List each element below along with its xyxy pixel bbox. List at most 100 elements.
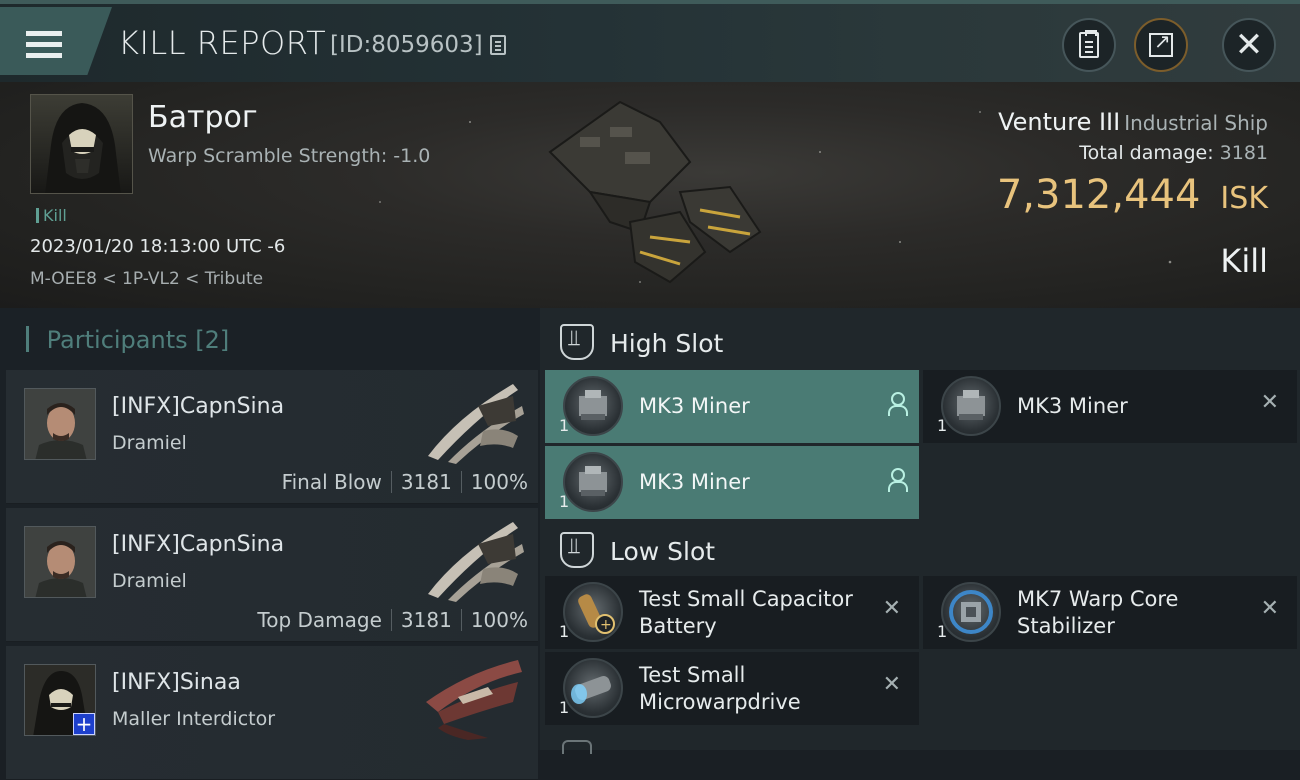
participant-role: Top Damage	[257, 608, 382, 632]
close-icon: ✕	[882, 672, 901, 697]
avatar[interactable]	[24, 388, 96, 460]
miner-module-icon	[563, 376, 623, 436]
report-detail-button[interactable]	[1062, 18, 1116, 72]
header-bar: KILL REPORT [ID:8059603] ✕	[0, 0, 1300, 82]
close-icon: ✕	[1260, 390, 1279, 415]
participants-panel: Participants [2] [INFX]CapnSina Dramiel …	[0, 308, 540, 780]
total-damage: Total damage: 3181	[1079, 142, 1268, 164]
participant-ship-image	[428, 384, 524, 464]
hooded-pilot-icon	[45, 103, 121, 193]
participants-label: Participants	[46, 326, 188, 354]
victim-avatar[interactable]	[30, 94, 133, 194]
participants-count: [2]	[195, 326, 230, 354]
page-title: KILL REPORT	[118, 24, 327, 62]
participant-name: [INFX]CapnSina	[112, 532, 285, 557]
high-slot-header: High Slot	[560, 324, 723, 360]
participant-percent: 100%	[470, 608, 528, 632]
microwarpdrive-icon	[563, 658, 623, 718]
total-damage-value: 3181	[1219, 142, 1268, 164]
miner-module-icon	[941, 376, 1001, 436]
participant-card[interactable]: + [INFX]Sinaa Maller Interdictor	[6, 646, 538, 780]
high-slot-icon	[560, 324, 594, 360]
participant-ship-image	[428, 522, 524, 602]
avatar[interactable]	[24, 526, 96, 598]
participant-ship: Maller Interdictor	[112, 708, 276, 730]
module-quantity: 1	[937, 416, 948, 435]
module-name: Test Small Microwarpdrive	[639, 662, 801, 714]
participant-damage: 3181	[400, 608, 452, 632]
participant-card[interactable]: [INFX]CapnSina Dramiel Final Blow 3181 100…	[6, 370, 538, 504]
kill-location[interactable]: M-OEE8 < 1P-VL2 < Tribute	[30, 269, 263, 289]
module-name: MK7 Warp Core Stabilizer	[1017, 586, 1179, 638]
svg-text:+: +	[600, 617, 612, 633]
other-slot-icon	[562, 740, 592, 754]
module-slot[interactable]: 1 MK3 Miner	[545, 446, 919, 519]
module-quantity: 1	[559, 492, 570, 511]
participant-percent: 100%	[470, 470, 528, 494]
person-icon	[887, 392, 908, 416]
participant-ship: Dramiel	[112, 432, 187, 454]
pilot-portrait-icon	[25, 389, 95, 459]
module-name: MK3 Miner	[639, 394, 750, 418]
warp-core-stabilizer-icon	[941, 582, 1001, 642]
module-quantity: 1	[559, 698, 570, 717]
report-id: [ID:8059603]	[330, 32, 483, 58]
menu-button[interactable]	[0, 7, 112, 75]
participant-stats: Final Blow 3181 100%	[282, 470, 528, 494]
participant-ship-image	[426, 660, 522, 740]
miner-module-icon	[563, 452, 623, 512]
participants-header: Participants [2]	[26, 326, 230, 354]
kill-tag: Kill	[36, 206, 67, 225]
clipboard-icon	[1079, 30, 1099, 58]
share-button[interactable]	[1134, 18, 1188, 72]
victim-ship-name: Venture III Industrial Ship	[998, 108, 1268, 136]
module-name: MK3 Miner	[1017, 394, 1128, 418]
low-slot-label: Low Slot	[610, 537, 716, 566]
module-name: Test Small Capacitor Battery	[639, 586, 853, 638]
victim-ship-image[interactable]	[530, 92, 770, 292]
isk-value: 7,312,444 ISK	[997, 172, 1268, 218]
victim-banner: Батрог Warp Scramble Strength: -1.0 Kill…	[0, 82, 1300, 308]
pilot-portrait-icon	[25, 527, 95, 597]
hamburger-icon	[26, 31, 62, 59]
capacitor-battery-icon: +	[563, 582, 623, 642]
kill-result: Kill	[1220, 242, 1268, 280]
module-slot[interactable]: + 1 Test Small Capacitor Battery ✕	[545, 576, 919, 649]
close-button[interactable]: ✕	[1222, 18, 1276, 72]
participant-name: [INFX]Sinaa	[112, 670, 241, 695]
module-quantity: 1	[937, 622, 948, 641]
participant-stats: Top Damage 3181 100%	[257, 608, 528, 632]
share-icon	[1149, 29, 1173, 57]
total-damage-label: Total damage:	[1079, 142, 1214, 164]
fitting-panel: High Slot 1 MK3 Miner 1 MK3 Miner ✕ 1 MK…	[540, 308, 1300, 754]
close-icon: ✕	[1260, 596, 1279, 621]
module-slot[interactable]: 1 Test Small Microwarpdrive ✕	[545, 652, 919, 725]
kill-datetime: 2023/01/20 18:13:00 UTC -6	[30, 236, 286, 257]
plus-badge-icon: +	[73, 713, 95, 735]
participant-ship: Dramiel	[112, 570, 187, 592]
victim-name: Батрог	[148, 100, 258, 135]
avatar[interactable]: +	[24, 664, 96, 736]
participant-role: Final Blow	[281, 470, 382, 494]
module-slot[interactable]: 1 MK3 Miner ✕	[923, 370, 1297, 443]
close-icon: ✕	[1234, 25, 1264, 65]
module-name: MK3 Miner	[639, 470, 750, 494]
module-slot[interactable]: 1 MK7 Warp Core Stabilizer ✕	[923, 576, 1297, 649]
warp-scramble-strength: Warp Scramble Strength: -1.0	[148, 145, 431, 167]
participant-card[interactable]: [INFX]CapnSina Dramiel Top Damage 3181 100…	[6, 508, 538, 642]
high-slot-label: High Slot	[610, 329, 724, 358]
module-quantity: 1	[559, 416, 570, 435]
module-slot[interactable]: 1 MK3 Miner	[545, 370, 919, 443]
isk-unit: ISK	[1220, 181, 1268, 216]
ship-type: Venture III	[998, 108, 1121, 136]
participant-damage: 3181	[400, 470, 452, 494]
ship-class: Industrial Ship	[1124, 111, 1268, 135]
person-icon	[887, 468, 908, 492]
participant-name: [INFX]CapnSina	[112, 394, 285, 419]
low-slot-header: Low Slot	[560, 532, 715, 568]
module-quantity: 1	[559, 622, 570, 641]
isk-amount: 7,312,444	[996, 172, 1201, 218]
low-slot-icon	[560, 532, 594, 568]
close-icon: ✕	[882, 596, 901, 621]
copy-id-icon[interactable]	[490, 35, 506, 55]
